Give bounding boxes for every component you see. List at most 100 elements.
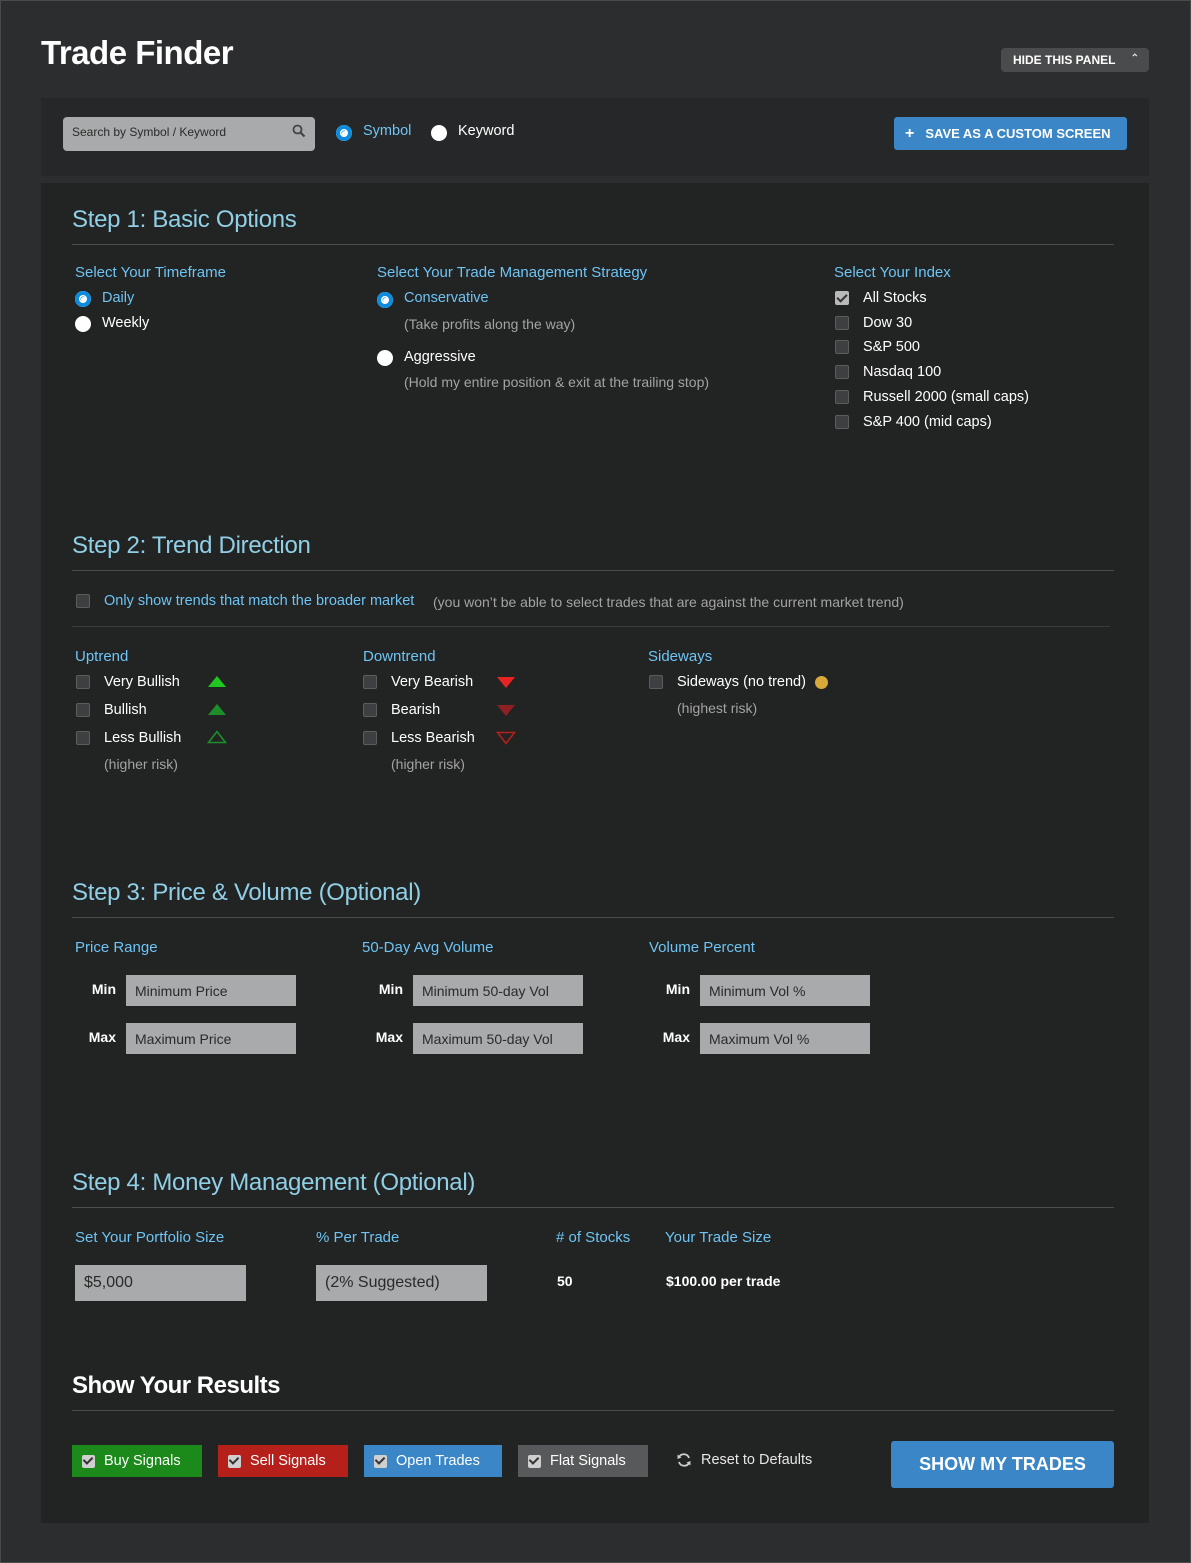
search-input[interactable]: Search by Symbol / Keyword: [63, 117, 315, 151]
search-icon: [292, 124, 306, 138]
symbol-radio[interactable]: [336, 125, 352, 141]
less-bullish-checkbox[interactable]: [76, 731, 90, 745]
step3-divider: [72, 917, 1114, 918]
step4-divider: [72, 1207, 1114, 1208]
save-custom-screen-label: SAVE AS A CUSTOM SCREEN: [925, 126, 1111, 141]
search-placeholder: Search by Symbol / Keyword: [72, 125, 227, 139]
plus-icon: +: [905, 124, 915, 142]
min-price-input[interactable]: [126, 975, 296, 1006]
match-market-label[interactable]: Only show trends that match the broader …: [104, 593, 414, 609]
sideways-option-label: Sideways (no trend): [677, 674, 806, 690]
less-bullish-icon: [207, 730, 227, 744]
num-stocks-label: # of Stocks: [556, 1229, 631, 1246]
chevron-up-icon: ⌃: [1130, 53, 1139, 64]
aggressive-radio[interactable]: [377, 350, 393, 366]
symbol-radio-label: Symbol: [363, 123, 412, 139]
vol-pct-min-label: Min: [665, 981, 690, 997]
trade-size-label: Your Trade Size: [665, 1229, 772, 1246]
step2-title: Step 2: Trend Direction: [72, 532, 311, 559]
less-bullish-label: Less Bullish: [104, 730, 182, 746]
daily-radio[interactable]: [75, 291, 91, 307]
results-divider: [72, 1410, 1114, 1411]
keyword-radio[interactable]: [431, 125, 447, 141]
bearish-icon: [497, 705, 515, 716]
max-vol-percent-input[interactable]: [700, 1023, 870, 1054]
sell-signals-toggle[interactable]: Sell Signals: [218, 1445, 348, 1477]
min-volume-input[interactable]: [413, 975, 583, 1006]
buy-signals-label: Buy Signals: [104, 1453, 181, 1469]
sell-signals-label: Sell Signals: [250, 1453, 326, 1469]
reset-defaults-button[interactable]: Reset to Defaults: [676, 1452, 812, 1468]
per-trade-input[interactable]: [316, 1265, 487, 1301]
all-stocks-checkbox[interactable]: [835, 291, 849, 305]
very-bullish-icon: [208, 676, 226, 687]
step1-divider: [72, 244, 1114, 245]
uptrend-note: (higher risk): [104, 756, 178, 772]
step2-divider: [72, 570, 1114, 571]
keyword-radio-label: Keyword: [458, 123, 515, 139]
per-trade-label: % Per Trade: [316, 1229, 400, 1246]
bullish-label: Bullish: [104, 702, 147, 718]
trade-size-value: $100.00 per trade: [666, 1273, 781, 1289]
step4-title: Step 4: Money Management (Optional): [72, 1169, 476, 1196]
weekly-label: Weekly: [102, 315, 150, 331]
reset-defaults-label: Reset to Defaults: [701, 1452, 813, 1468]
check-icon: [228, 1454, 241, 1468]
sideways-label: Sideways: [648, 648, 713, 665]
hide-panel-label: HIDE THIS PANEL: [1013, 53, 1116, 67]
min-vol-percent-input[interactable]: [700, 975, 870, 1006]
less-bearish-icon: [496, 731, 516, 745]
vol-pct-max-label: Max: [662, 1029, 690, 1045]
very-bullish-checkbox[interactable]: [76, 675, 90, 689]
open-trades-toggle[interactable]: Open Trades: [364, 1445, 502, 1477]
all-stocks-label: All Stocks: [863, 290, 927, 306]
downtrend-label: Downtrend: [363, 648, 436, 665]
dow-30-checkbox[interactable]: [835, 316, 849, 330]
sp-400-label: S&P 400 (mid caps): [863, 414, 992, 430]
bullish-checkbox[interactable]: [76, 703, 90, 717]
save-custom-screen-button[interactable]: + SAVE AS A CUSTOM SCREEN: [894, 117, 1127, 150]
sp-400-checkbox[interactable]: [835, 415, 849, 429]
nasdaq-100-label: Nasdaq 100: [863, 364, 942, 380]
very-bearish-checkbox[interactable]: [363, 675, 377, 689]
price-range-label: Price Range: [75, 939, 158, 956]
results-title: Show Your Results: [72, 1372, 280, 1399]
less-bearish-checkbox[interactable]: [363, 731, 377, 745]
check-icon: [374, 1454, 387, 1468]
price-max-label: Max: [88, 1029, 116, 1045]
uptrend-label: Uptrend: [75, 648, 129, 665]
refresh-icon: [677, 1453, 691, 1467]
flat-signals-label: Flat Signals: [550, 1453, 626, 1469]
sideways-note: (highest risk): [677, 700, 758, 716]
buy-signals-toggle[interactable]: Buy Signals: [72, 1445, 202, 1477]
max-volume-input[interactable]: [413, 1023, 583, 1054]
conservative-note: (Take profits along the way): [404, 316, 576, 332]
sp-500-label: S&P 500: [863, 339, 920, 355]
downtrend-note: (higher risk): [391, 756, 465, 772]
step3-title: Step 3: Price & Volume (Optional): [72, 879, 421, 906]
sideways-checkbox[interactable]: [649, 675, 663, 689]
nasdaq-100-checkbox[interactable]: [835, 365, 849, 379]
russell-2000-checkbox[interactable]: [835, 390, 849, 404]
aggressive-note: (Hold my entire position & exit at the t…: [404, 374, 710, 390]
bullish-icon: [208, 704, 226, 715]
trend-divider: [72, 626, 1110, 627]
very-bearish-icon: [497, 677, 515, 688]
conservative-radio[interactable]: [377, 292, 393, 308]
max-price-input[interactable]: [126, 1023, 296, 1054]
match-market-checkbox[interactable]: [76, 594, 90, 608]
hide-panel-button[interactable]: HIDE THIS PANEL ⌃: [1001, 48, 1149, 72]
daily-label: Daily: [102, 290, 135, 306]
bearish-checkbox[interactable]: [363, 703, 377, 717]
less-bearish-label: Less Bearish: [391, 730, 475, 746]
flat-signals-toggle[interactable]: Flat Signals: [518, 1445, 648, 1477]
portfolio-size-input[interactable]: [75, 1265, 246, 1301]
sideways-icon: [815, 676, 828, 689]
app-title: Trade Finder: [41, 34, 234, 71]
russell-2000-label: Russell 2000 (small caps): [863, 389, 1030, 405]
index-label: Select Your Index: [834, 264, 951, 281]
weekly-radio[interactable]: [75, 316, 91, 332]
sp-500-checkbox[interactable]: [835, 340, 849, 354]
very-bullish-label: Very Bullish: [104, 674, 180, 690]
show-my-trades-button[interactable]: SHOW MY TRADES: [891, 1441, 1114, 1488]
